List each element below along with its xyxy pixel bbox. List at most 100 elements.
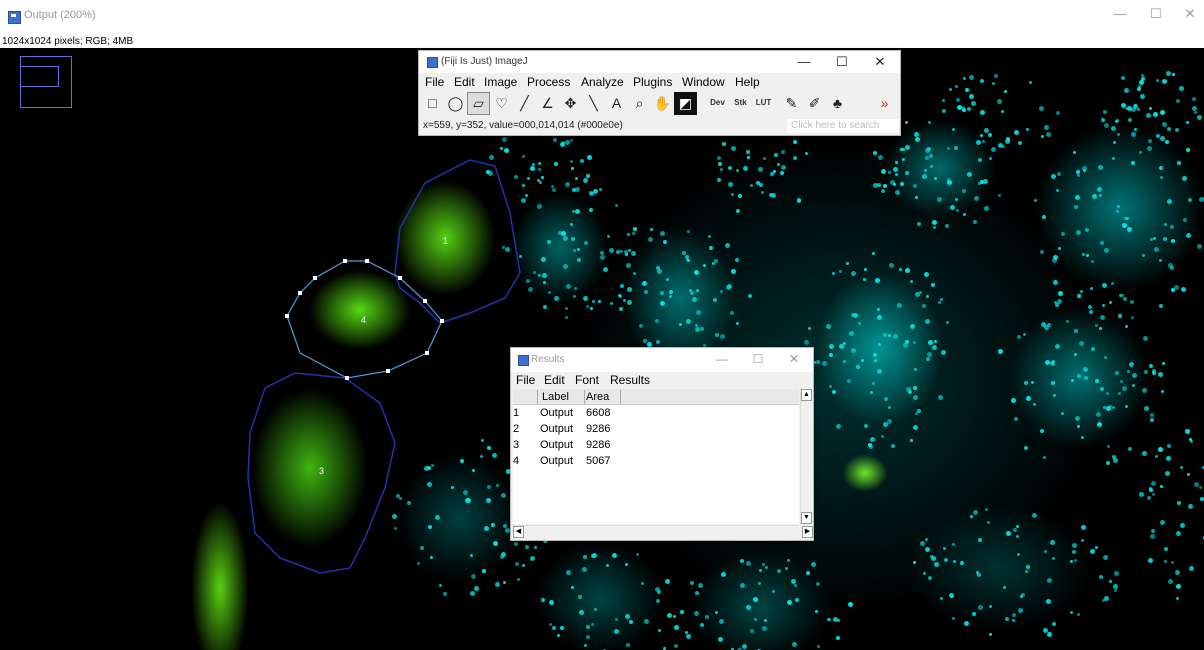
nucleus-speck [1162, 79, 1167, 84]
nucleus-speck [1100, 241, 1104, 245]
nucleus-speck [1074, 205, 1078, 209]
results-menu-results[interactable]: Results [610, 373, 650, 387]
nucleus-speck [777, 569, 781, 573]
results-horizontal-scrollbar[interactable]: ◀ ▶ [513, 525, 813, 538]
imagej-close-button[interactable]: ✕ [869, 54, 891, 70]
nucleus-speck [1026, 565, 1030, 569]
flood-fill-tool-icon[interactable]: ♣ [826, 92, 849, 115]
nucleus-speck [687, 230, 690, 233]
color-picker-tool-icon[interactable]: ◩ [674, 92, 697, 115]
command-search-input[interactable]: Click here to search [787, 119, 899, 133]
menu-plugins[interactable]: Plugins [633, 75, 672, 89]
results-close-button[interactable]: ✕ [783, 352, 805, 366]
nucleus-speck [1113, 141, 1116, 144]
imagej-titlebar[interactable]: (Fiji Is Just) ImageJ — ☐ ✕ [419, 51, 900, 73]
scroll-right-arrow-icon[interactable]: ▶ [802, 526, 813, 538]
menu-analyze[interactable]: Analyze [581, 75, 624, 89]
nucleus-speck [1055, 344, 1060, 349]
results-table[interactable]: Label Area 1 Output 6608 2 Output 9286 3 Output… [513, 389, 799, 524]
image-info: 1024x1024 pixels; RGB; 4MB [2, 36, 1202, 48]
nucleus-speck [1032, 513, 1037, 518]
more-tools-button-icon[interactable]: » [873, 92, 896, 115]
nucleus-speck [811, 562, 816, 567]
wand-tool-icon[interactable]: ╲ [582, 92, 605, 115]
line-tool-icon[interactable]: ╱ [513, 92, 536, 115]
nucleus-speck [740, 559, 744, 563]
magnifier-tool-icon[interactable]: ⌕ [628, 92, 651, 115]
imagej-minimize-button[interactable]: — [793, 54, 815, 69]
point-tool-icon[interactable]: ✥ [559, 92, 582, 115]
column-header-area[interactable]: Area [584, 390, 621, 404]
menu-image[interactable]: Image [484, 75, 517, 89]
results-menu-font[interactable]: Font [575, 373, 599, 387]
scroll-up-arrow-icon[interactable]: ▲ [801, 389, 812, 401]
nucleus-speck [925, 156, 929, 160]
nucleus-speck [989, 605, 992, 608]
oval-tool-icon[interactable]: ◯ [444, 92, 467, 115]
results-vertical-scrollbar[interactable]: ▲ ▼ [800, 389, 812, 524]
results-menu-edit[interactable]: Edit [544, 373, 565, 387]
nucleus-speck [612, 553, 617, 558]
close-button[interactable]: ✕ [1180, 6, 1200, 22]
results-titlebar[interactable]: Results — ☐ ✕ [511, 348, 813, 372]
scroll-down-arrow-icon[interactable]: ▼ [801, 512, 812, 524]
roi-1[interactable] [394, 159, 521, 324]
column-header-label[interactable]: Label [537, 390, 585, 404]
nucleus-speck [538, 162, 541, 165]
nucleus-speck [1070, 611, 1073, 614]
nucleus-speck [696, 289, 699, 292]
brush-tool-icon[interactable]: ✐ [803, 92, 826, 115]
results-minimize-button[interactable]: — [711, 352, 733, 366]
table-row[interactable]: 2 Output 9286 [513, 421, 799, 437]
nucleus-speck [636, 553, 639, 556]
maximize-button[interactable]: ☐ [1146, 6, 1166, 22]
nucleus-speck [530, 166, 535, 171]
nucleus-speck [565, 307, 568, 310]
nucleus-speck [715, 611, 718, 614]
results-menu-file[interactable]: File [516, 373, 535, 387]
output-titlebar[interactable]: Output (200%) — ☐ ✕ [0, 0, 1204, 36]
nucleus-speck [1166, 71, 1171, 76]
table-row[interactable]: 1 Output 6608 [513, 405, 799, 421]
nucleus-speck [1142, 388, 1147, 393]
nucleus-speck [682, 251, 686, 255]
text-tool-icon[interactable]: A [605, 92, 628, 115]
nucleus-speck [575, 177, 578, 180]
menu-window[interactable]: Window [682, 75, 725, 89]
nucleus-speck [1075, 195, 1080, 200]
results-maximize-button[interactable]: ☐ [747, 352, 769, 366]
freehand-tool-icon[interactable]: ♡ [490, 92, 513, 115]
table-row[interactable]: 3 Output 9286 [513, 437, 799, 453]
menu-file[interactable]: File [425, 75, 444, 89]
nucleus-speck [705, 615, 709, 619]
nucleus-speck [657, 269, 662, 274]
nucleus-speck [526, 279, 530, 283]
nucleus-speck [549, 600, 554, 605]
imagej-maximize-button[interactable]: ☐ [831, 54, 853, 70]
polygon-tool-icon[interactable]: ▱ [467, 92, 490, 115]
nucleus-speck [1057, 172, 1061, 176]
angle-tool-icon[interactable]: ∠ [536, 92, 559, 115]
minimize-button[interactable]: — [1110, 6, 1130, 21]
menu-help[interactable]: Help [735, 75, 760, 89]
nucleus-speck [1185, 429, 1190, 434]
stack-tools-icon[interactable]: Stk [729, 92, 752, 115]
nucleus-speck [887, 419, 892, 424]
menu-process[interactable]: Process [527, 75, 570, 89]
scroll-left-arrow-icon[interactable]: ◀ [513, 526, 524, 538]
nucleus-speck [484, 526, 489, 531]
nucleus-speck [1111, 126, 1116, 131]
nucleus-speck [964, 621, 969, 626]
developer-menu-icon[interactable]: Dev [706, 92, 729, 115]
nucleus-speck [989, 157, 992, 160]
table-row[interactable]: 4 Output 5067 [513, 453, 799, 469]
scroll-tool-icon[interactable]: ✋ [651, 92, 674, 115]
nucleus-speck [1131, 161, 1135, 165]
nucleus-speck [1115, 371, 1119, 375]
rectangle-tool-icon[interactable]: □ [421, 92, 444, 115]
menu-edit[interactable]: Edit [454, 75, 475, 89]
nucleus-speck [817, 645, 820, 648]
nucleus-speck [575, 209, 580, 214]
pencil-tool-icon[interactable]: ✎ [780, 92, 803, 115]
lut-menu-icon[interactable]: LUT [752, 92, 775, 115]
